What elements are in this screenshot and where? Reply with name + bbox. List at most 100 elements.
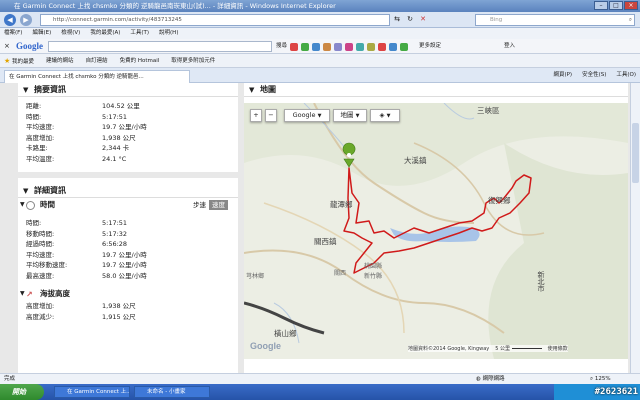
map-type-select[interactable]: Google ▼ <box>284 109 330 122</box>
forward-button[interactable]: ▶ <box>20 14 32 26</box>
map-place-label: 新北市 <box>537 271 545 292</box>
tool-icon[interactable] <box>367 43 376 51</box>
maximize-button[interactable]: □ <box>609 1 623 10</box>
google-search-button[interactable]: 搜尋 <box>276 41 287 52</box>
row-label: 距離: <box>26 102 42 110</box>
route-map[interactable]: + − Google ▼ 地圖 ▼ ◈ ▼ 三峽區 大溪鎮 龍潭鄉 關西鎮 橫山… <box>244 103 628 359</box>
toggle-speed[interactable]: 速度 <box>209 200 228 210</box>
status-bar: 完成 ◍ 網際網路 ⌕ 125% <box>0 373 640 384</box>
task-ie[interactable]: 在 Garmin Connect 上... <box>54 386 130 398</box>
toolbar-close-icon[interactable]: × <box>4 42 10 50</box>
row-label: 平均速度: <box>26 250 55 259</box>
signin-link[interactable]: 登入 <box>504 41 515 52</box>
row-value: 1,938 公尺 <box>102 302 136 310</box>
star-icon: ★ <box>4 57 11 65</box>
stop-icon[interactable]: ✕ <box>418 14 428 25</box>
minimize-button[interactable]: – <box>594 1 608 10</box>
google-toolbar: × Google 搜尋 更多設定 登入 <box>0 39 640 54</box>
zoom-out-button[interactable]: − <box>265 109 277 122</box>
page-scrollbar[interactable] <box>630 83 640 373</box>
menu-help[interactable]: 說明(H) <box>159 28 178 39</box>
status-text: 完成 <box>4 376 16 382</box>
tool-icon[interactable] <box>378 43 387 51</box>
url-field[interactable]: http://connect.garmin.com/activity/48371… <box>40 14 390 26</box>
tool-icon[interactable] <box>312 43 321 51</box>
details-header[interactable]: ▼ 詳細資訊 <box>18 184 238 198</box>
timing-row: 時間: 5:17:51 <box>18 218 238 229</box>
search-icon[interactable]: ⌕ <box>629 15 632 25</box>
tool-icon[interactable] <box>400 43 409 51</box>
row-label: 高度增加: <box>26 133 55 142</box>
timing-subheader[interactable]: ▼ 時間 步速 速度 <box>18 198 238 212</box>
map-header[interactable]: ▼ 地圖 <box>244 83 628 97</box>
start-button[interactable]: 開始 <box>0 384 44 400</box>
scrollbar-thumb[interactable] <box>632 123 639 183</box>
menu-tools[interactable]: 工具(T) <box>130 28 149 39</box>
tool-icon[interactable] <box>389 43 398 51</box>
tool-icon[interactable] <box>334 43 343 51</box>
tool-icon[interactable] <box>345 43 354 51</box>
map-canvas <box>244 103 628 359</box>
fav-hotmail[interactable]: 免費的 Hotmail <box>120 54 160 67</box>
map-attribution: 地圖資料©2014 Google, Kingway <box>408 346 490 352</box>
map-place-label: 關西鎮 <box>314 237 337 246</box>
search-placeholder: Bing <box>490 17 503 23</box>
map-view-select[interactable]: 地圖 ▼ <box>333 109 367 122</box>
row-value: 104.52 公里 <box>102 102 140 110</box>
tool-icon[interactable] <box>323 43 332 51</box>
timing-row: 經過時間: 6:56:28 <box>18 239 238 250</box>
menu-favorites[interactable]: 我的最愛(A) <box>90 28 120 39</box>
fav-suggested[interactable]: 建議的網站 <box>46 54 74 67</box>
row-label: 平均速度: <box>26 123 55 131</box>
map-terms-link[interactable]: 使用條款 <box>548 345 568 352</box>
tab-active[interactable]: 在 Garmin Connect 上找 chsmko 分類的 逆騎龍邑... <box>4 70 190 83</box>
row-value: 5:17:51 <box>102 112 128 121</box>
tool-icon[interactable] <box>356 43 365 51</box>
compat-icon[interactable]: ⇆ <box>392 14 402 25</box>
stats-column: ▼ 摘要資訊 距離: 104.52 公里 時間: 5:17:51 平均速度: 19.7… <box>18 83 238 373</box>
fav-custom-links[interactable]: 自訂連結 <box>86 54 108 67</box>
map-scale: 5 公里 <box>495 345 542 352</box>
toggle-pace[interactable]: 步速 <box>190 200 209 210</box>
favorites-label: 我的最愛 <box>12 59 35 65</box>
task-paint[interactable]: 未命名 - 小畫家 <box>134 386 210 398</box>
summary-row: 時間: 5:17:51 <box>18 112 238 123</box>
url-actions: ⇆ ↻ ✕ <box>392 14 428 25</box>
row-value: 24.1 °C <box>102 154 127 163</box>
row-value: 19.7 公里/小時 <box>102 123 147 131</box>
map-place-label: 關西 <box>334 270 347 277</box>
tool-icon[interactable] <box>290 43 299 51</box>
map-place-label: 三峽區 <box>477 106 500 115</box>
menu-view[interactable]: 檢視(V) <box>61 28 80 39</box>
cmd-page[interactable]: 網頁(P) <box>553 70 572 81</box>
map-place-label: 新竹縣 <box>364 273 383 280</box>
map-place-label: 龍潭鄉 <box>330 200 353 209</box>
cmd-safety[interactable]: 安全性(S) <box>582 70 606 81</box>
close-button[interactable]: × <box>624 1 638 10</box>
clock-icon <box>26 201 35 210</box>
google-search-input[interactable] <box>48 41 272 52</box>
menu-edit[interactable]: 編輯(E) <box>32 28 51 39</box>
zoom-in-button[interactable]: + <box>250 109 262 122</box>
summary-header[interactable]: ▼ 摘要資訊 <box>18 83 238 97</box>
zoom-icon: ⌕ <box>590 376 594 382</box>
menu-file[interactable]: 檔案(F) <box>4 28 22 39</box>
collapse-icon: ▼ <box>23 187 29 195</box>
more-settings-link[interactable]: 更多設定 <box>419 41 441 52</box>
google-logo: Google <box>16 41 43 51</box>
summary-row: 卡路里: 2,344 卡 <box>18 143 238 154</box>
cmd-tools[interactable]: 工具(O) <box>616 70 636 81</box>
map-place-label: 復興鄉 <box>488 196 511 205</box>
search-box[interactable]: Bing ⌕ <box>475 14 635 26</box>
favorites-button[interactable]: ★ 我的最愛 <box>4 54 34 67</box>
layers-button[interactable]: ◈ ▼ <box>370 109 400 122</box>
fav-addons[interactable]: 取得更多附加元件 <box>171 54 215 67</box>
refresh-icon[interactable]: ↻ <box>405 14 415 25</box>
elevation-subheader[interactable]: ▼ ↗ 海拔高度 <box>18 287 238 301</box>
back-button[interactable]: ◀ <box>4 14 16 26</box>
row-label: 經過時間: <box>26 240 55 248</box>
command-bar: 網頁(P) 安全性(S) 工具(O) <box>553 70 636 81</box>
row-value: 2,344 卡 <box>102 144 130 152</box>
tool-icon[interactable] <box>301 43 310 51</box>
row-value: 5:17:51 <box>102 219 128 227</box>
